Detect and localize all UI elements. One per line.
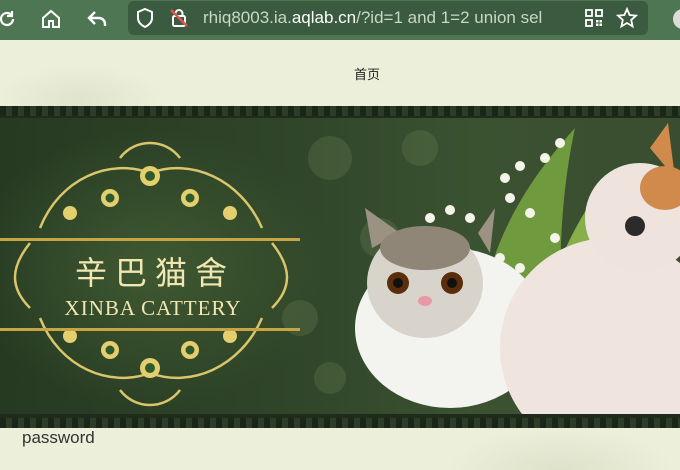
banner-border-bottom [0,418,680,428]
back-icon[interactable] [86,8,108,30]
qr-code-icon[interactable] [583,7,605,29]
star-icon[interactable] [616,7,638,29]
banner-title: 辛巴猫舍 [74,254,235,292]
cattery-banner: 辛巴猫舍 XINBA CATTERY [0,106,680,428]
browser-toolbar: rhiq8003.ia.aqlab.cn/?id=1 and 1=2 union… [0,0,680,40]
home-icon[interactable] [40,8,62,30]
banner-border-top [0,106,680,116]
shield-icon[interactable] [134,7,156,29]
insecure-lock-icon[interactable] [168,7,190,29]
url-prefix: rhiq8003.ia. [203,8,292,27]
url-text[interactable]: rhiq8003.ia.aqlab.cn/?id=1 and 1=2 union… [203,8,578,28]
nav-home-link[interactable]: 首页 [354,64,380,83]
banner-subtitle: XINBA CATTERY [64,296,242,320]
password-label: password [22,428,95,447]
banner-image: 辛巴猫舍 XINBA CATTERY [0,118,680,414]
url-path: /?id=1 and 1=2 union sel [356,8,543,27]
url-domain: aqlab.cn [291,8,357,27]
profile-icon[interactable] [672,8,680,30]
address-bar[interactable]: rhiq8003.ia.aqlab.cn/?id=1 and 1=2 union… [128,1,648,35]
reload-icon[interactable] [0,8,18,30]
